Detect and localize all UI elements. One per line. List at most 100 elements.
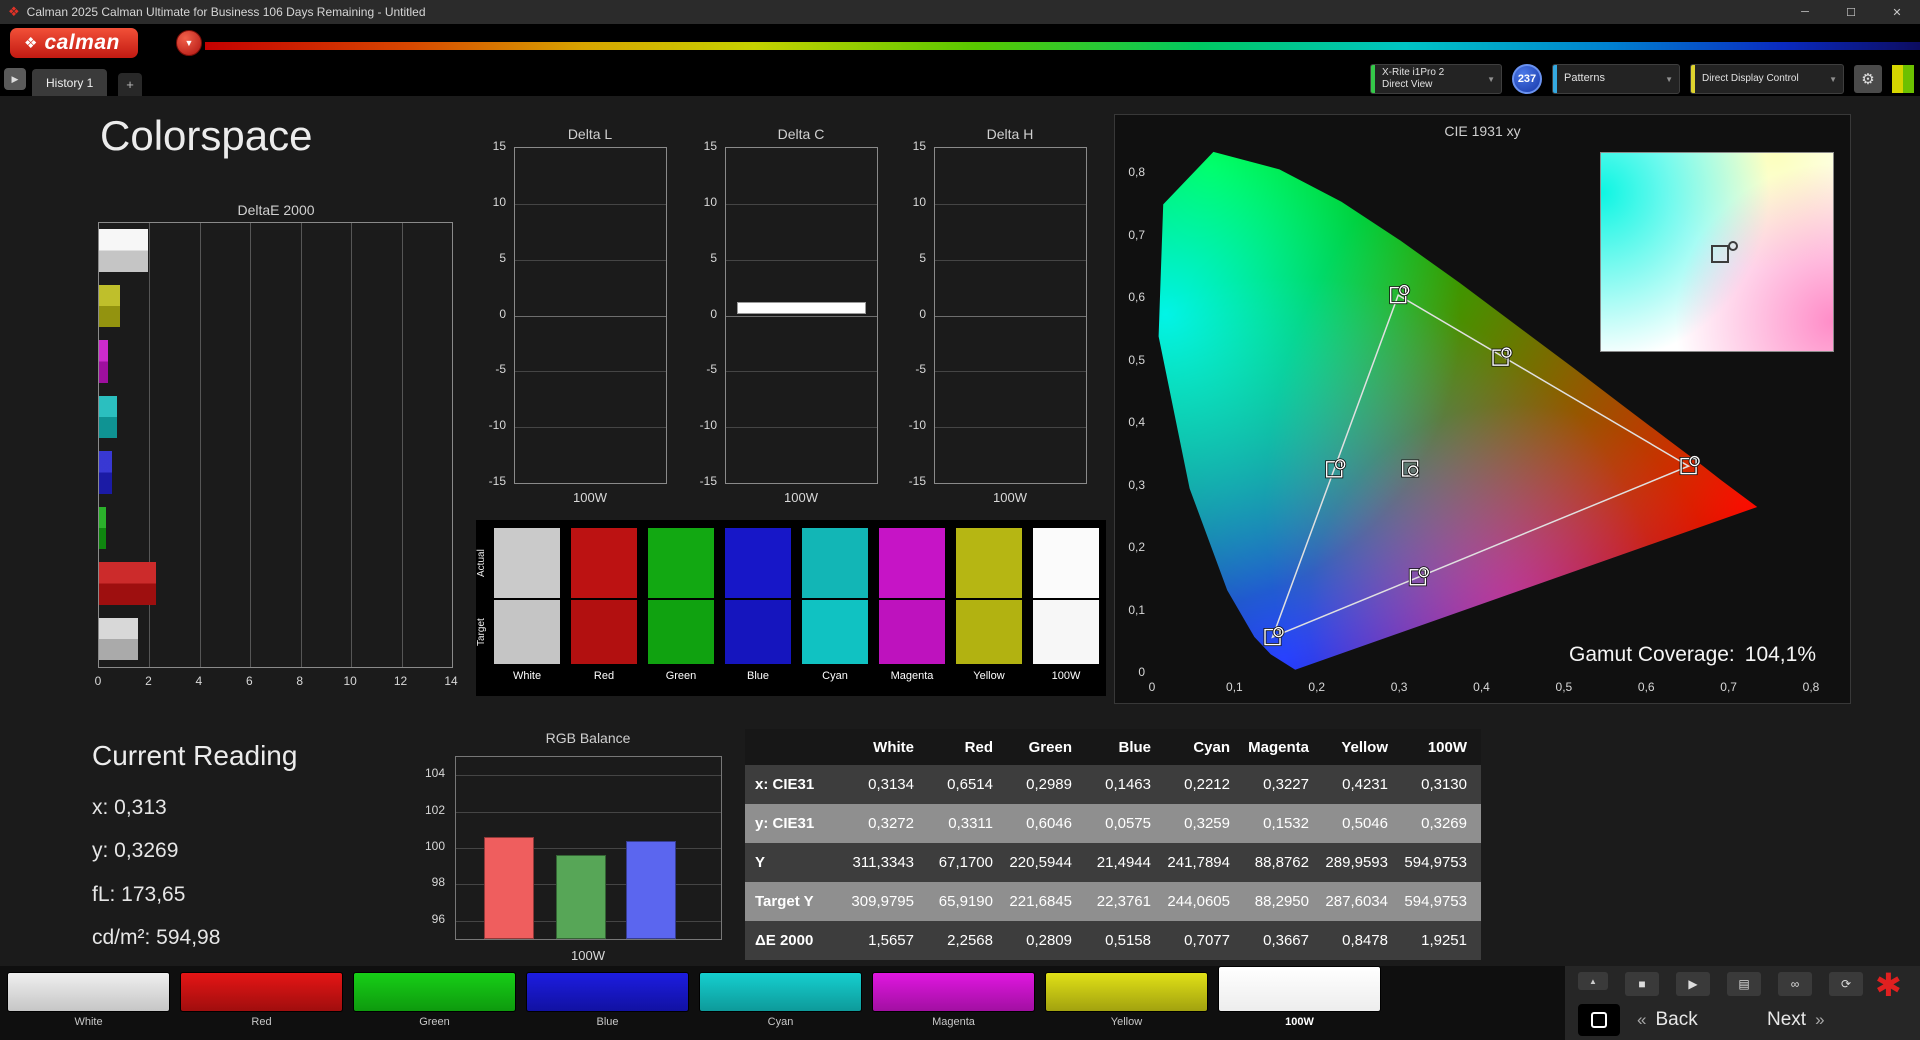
meter-counter-badge[interactable]: 237 [1512,64,1542,94]
maximize-button[interactable]: ☐ [1828,0,1874,24]
cie-y-tick: 0,5 [1128,352,1145,367]
swatch-label: Green [665,670,697,682]
chevron-down-icon: ▼ [1829,74,1837,84]
delta-h-x-label: 100W [993,490,1027,505]
swatch-actual-blue [725,528,791,598]
deltal-gridline [515,259,666,261]
settings-gear-button[interactable]: ⚙ [1854,65,1882,93]
swatch-target-red [571,600,637,664]
patch-button-white[interactable] [7,972,170,1012]
cie-x-tick: 0,3 [1390,680,1408,694]
minimize-button[interactable]: ─ [1782,0,1828,24]
navigation-panel: ▲ ■ ▶ ▤ ∞ ⟳ ✱ « Back Next » [1565,966,1920,1040]
back-button[interactable]: « Back [1637,1004,1698,1036]
swatch-target-100w [1033,600,1099,664]
table-cell: 0,3311 [948,815,993,832]
table-header-cell: Yellow [1341,738,1388,756]
table-row-4: Target Y 309,9795 65,9190 221,6845 22,3761 24… [745,882,1481,921]
table-header-cell: Green [1028,738,1072,756]
calman-app-window: ❖ Calman 2025 Calman Ultimate for Busine… [0,0,1920,1040]
table-cell: 244,0605 [1167,893,1230,910]
patch-button-red[interactable] [180,972,343,1012]
pattern-preview-strip [1892,65,1914,93]
deltae2000-chart [98,222,453,668]
deltac-y-tick: -5 [706,362,717,377]
patch-button-100w[interactable] [1218,966,1381,1012]
report-icon[interactable]: ▤ [1727,972,1761,996]
rgb-balance-chart [455,756,722,940]
table-cell: 88,8762 [1254,854,1309,871]
swatch-target-blue [725,600,791,664]
link-icon[interactable]: ∞ [1778,972,1812,996]
swatch-actual-100w [1033,528,1099,598]
deltal-y-tick: -5 [495,362,506,377]
cie-point-green [1389,284,1411,305]
swatch-label: Magenta [890,670,934,682]
table-row-label: ΔE 2000 [755,932,814,949]
patch-button-cyan[interactable] [699,972,862,1012]
workflow-icon-row: ■ ▶ ▤ ∞ ⟳ [1625,972,1863,996]
delta-h-y-axis: 15 10 5 0 -5 -10 -15 [890,139,930,488]
swatch-actual-yellow [956,528,1022,598]
delta-l-x-label: 100W [573,490,607,505]
cie-x-tick: 0,2 [1308,680,1326,694]
table-cell: 88,2950 [1254,893,1309,910]
deltal-y-tick: 15 [492,139,506,153]
table-cell: 65,9190 [938,893,993,910]
deltae-x-tick: 14 [444,674,458,688]
patterns-label: Patterns [1564,72,1605,85]
deltae-gridline [300,223,302,667]
patch-button-magenta[interactable] [872,972,1035,1012]
toolbar-controls: X-Rite i1Pro 2 Direct View ▼ 237 Pattern… [1370,64,1914,94]
table-cell: 287,6034 [1325,893,1388,910]
rainbow-gradient-strip [205,42,1920,50]
swatch-actual-red [571,528,637,598]
current-reading-cdm2: cd/m²: 594,98 [92,926,221,949]
table-cell: 0,6514 [947,776,993,793]
table-cell: 0,0575 [1105,815,1151,832]
close-button[interactable]: ✕ [1874,0,1920,24]
table-cell: 0,2809 [1026,932,1072,949]
stop-icon[interactable]: ■ [1625,972,1659,996]
patch-button-label: Magenta [932,1016,975,1028]
layout-button[interactable] [1578,1004,1620,1036]
patch-button-blue[interactable] [526,972,689,1012]
table-cell: 311,3343 [852,854,914,871]
deltae-bar-red [99,562,156,605]
table-cell: 0,3269 [1421,815,1467,832]
cie-y-tick: 0,7 [1128,227,1145,242]
deltae-bar-magenta [99,340,109,383]
deltac-gridline [726,427,877,429]
table-cell: 241,7894 [1167,854,1230,871]
rgb-bar-green [556,855,606,939]
cie-x-tick: 0 [1148,680,1156,694]
add-tab-button[interactable]: + [118,73,142,96]
meter-dropdown[interactable]: X-Rite i1Pro 2 Direct View ▼ [1370,64,1502,94]
table-row-label: x: CIE31 [755,776,815,793]
display-control-dropdown[interactable]: Direct Display Control ▼ [1690,64,1844,94]
table-cell: 0,2989 [1026,776,1072,793]
patch-button-label: Green [419,1016,450,1028]
swatch-target-cyan [802,600,868,664]
play-icon[interactable]: ▶ [1676,972,1710,996]
tab-history-1[interactable]: History 1 [32,69,108,96]
refresh-icon[interactable]: ⟳ [1829,972,1863,996]
deltah-y-tick: 5 [919,250,926,265]
scroll-up-button[interactable]: ▲ [1578,972,1608,990]
main-menu-button[interactable]: ▼ [176,30,202,56]
deltae-gridline [250,223,252,667]
rgb-y-tick: 98 [431,875,445,890]
window-title: Calman 2025 Calman Ultimate for Business… [26,5,426,19]
deltah-gridline [935,259,1086,261]
table-cell: 0,7077 [1184,932,1230,949]
patterns-dropdown[interactable]: Patterns ▼ [1552,64,1680,94]
patch-button-green[interactable] [353,972,516,1012]
panel-toggle-button[interactable]: ▶ [4,68,26,90]
white-point-target-marker [1711,245,1729,263]
next-button[interactable]: Next » [1767,1004,1825,1036]
deltae-x-tick: 10 [343,674,357,688]
chevron-down-icon: ▼ [1665,74,1673,84]
display-control-label: Direct Display Control [1702,72,1799,84]
rgb-gridline [456,775,721,777]
patch-button-yellow[interactable] [1045,972,1208,1012]
